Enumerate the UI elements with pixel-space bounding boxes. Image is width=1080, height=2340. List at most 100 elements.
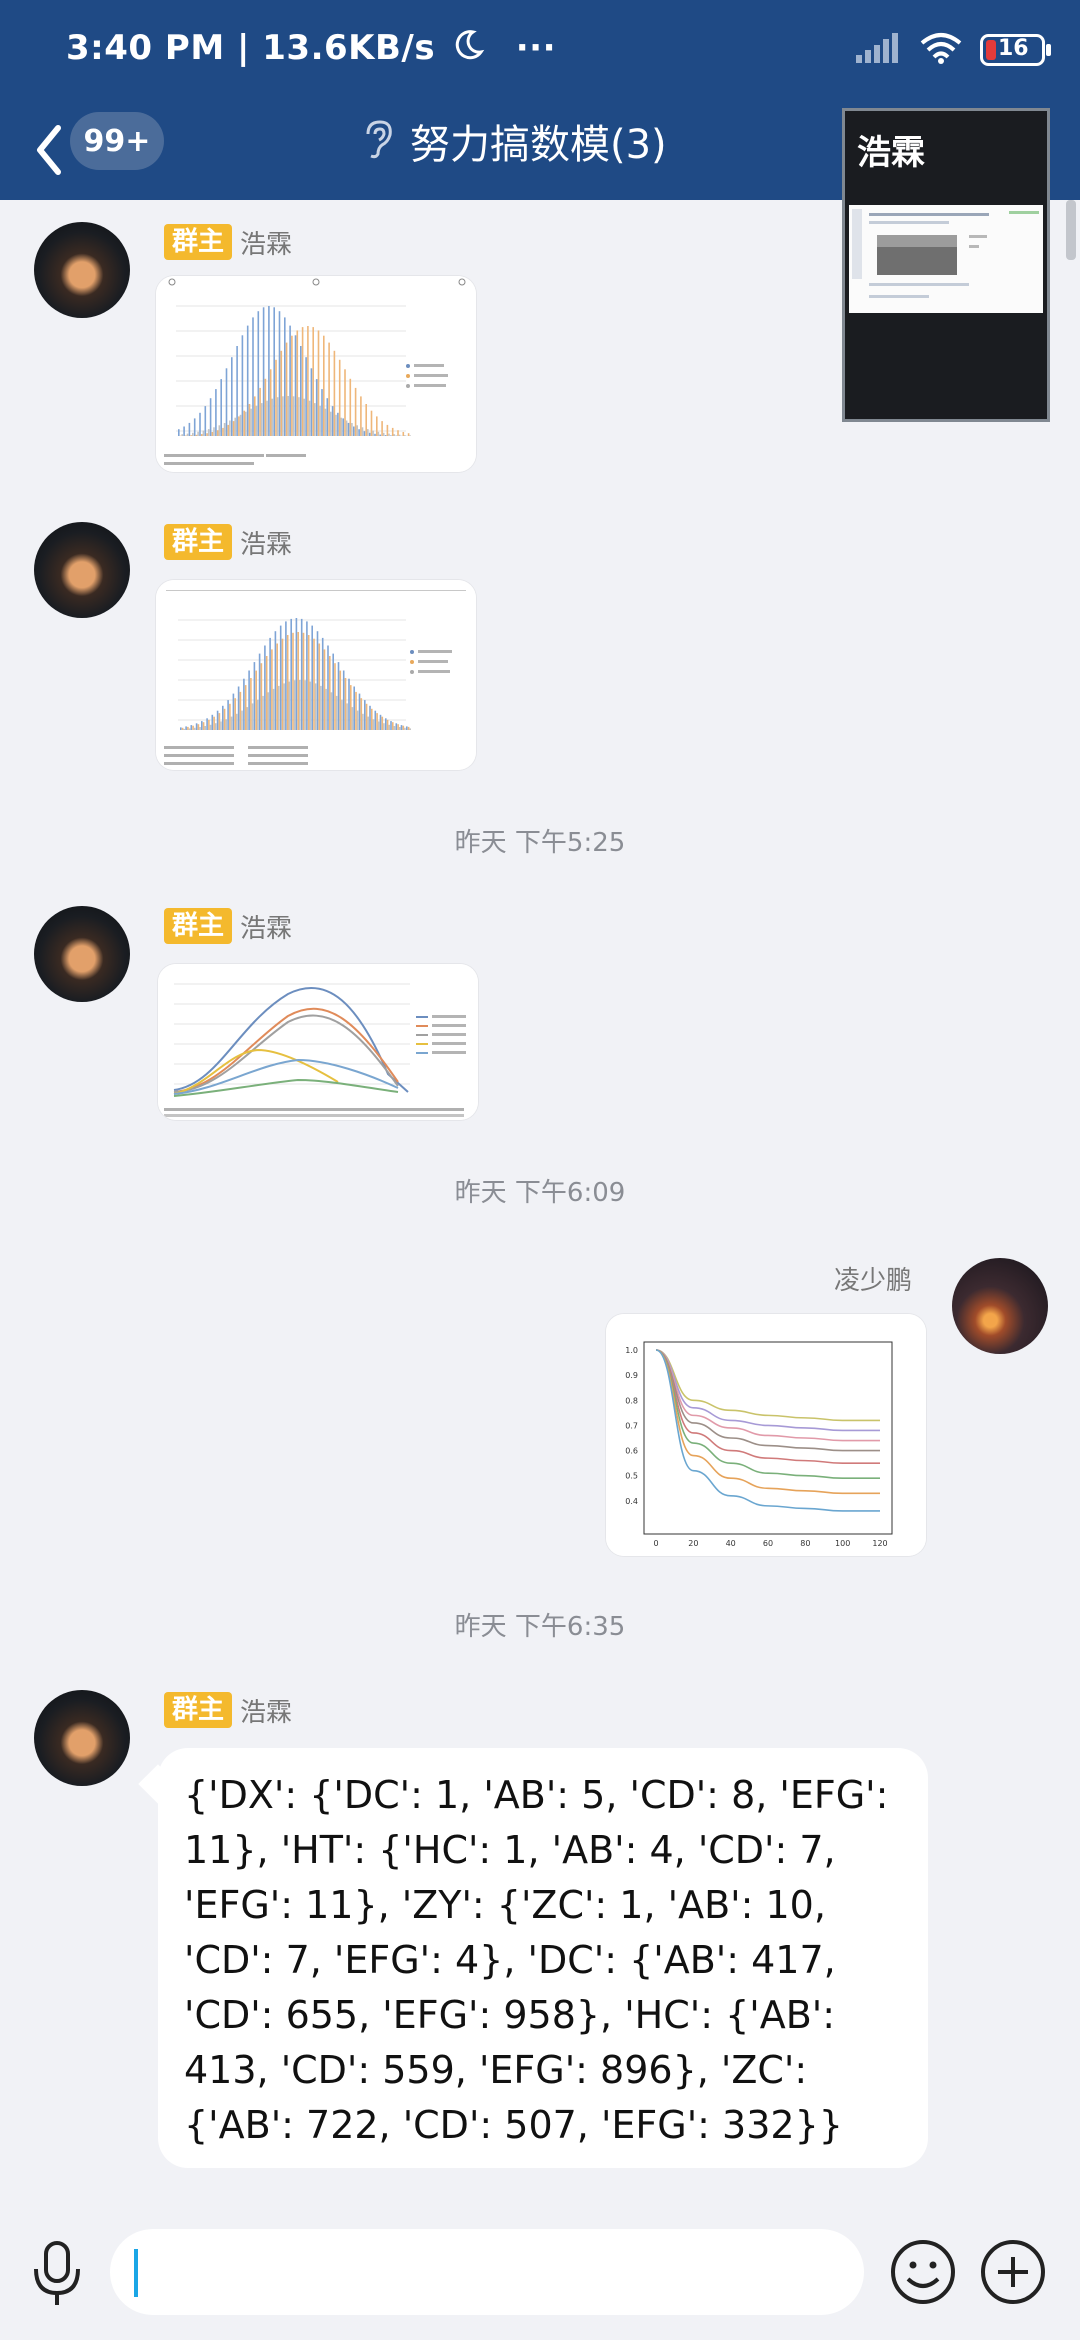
histogram-bar bbox=[311, 625, 313, 730]
avatar[interactable] bbox=[34, 522, 130, 618]
histogram-bar bbox=[368, 432, 371, 436]
histogram-bar bbox=[274, 631, 277, 730]
histogram-bar bbox=[214, 723, 217, 730]
histogram-bar bbox=[229, 703, 231, 730]
histogram-bar bbox=[232, 421, 235, 436]
avatar[interactable] bbox=[952, 1258, 1048, 1354]
histogram-bar bbox=[229, 420, 231, 436]
histogram-bar bbox=[286, 635, 289, 730]
histogram-bar bbox=[253, 662, 256, 730]
emoji-icon[interactable] bbox=[888, 2237, 958, 2307]
histogram-bar bbox=[211, 714, 214, 730]
histogram-bar bbox=[374, 433, 376, 436]
histogram-bar bbox=[178, 429, 180, 436]
image-message-bell-histogram[interactable] bbox=[156, 276, 476, 472]
histogram-bar bbox=[278, 311, 281, 436]
histogram-bar bbox=[265, 656, 268, 730]
histogram-bar bbox=[325, 688, 327, 730]
histogram-bar bbox=[202, 722, 205, 730]
histogram-bar bbox=[276, 643, 278, 730]
histogram-bar bbox=[358, 693, 361, 730]
histogram-bar bbox=[365, 404, 367, 436]
decay-line-chart: 1.0 0.9 0.8 0.7 0.6 0.5 0.4 0 20 40 60 80 100 120 bbox=[606, 1314, 926, 1556]
group-owner-badge: 群主 bbox=[164, 908, 233, 944]
histogram-bar bbox=[333, 350, 336, 436]
histogram-bar bbox=[216, 710, 219, 730]
sender-line: 群主 浩霖 bbox=[164, 1692, 292, 1728]
histogram-bar bbox=[222, 705, 224, 730]
histogram-bar bbox=[245, 411, 247, 436]
histogram-bar bbox=[234, 417, 236, 436]
histogram-bar bbox=[301, 327, 304, 436]
histogram-bar bbox=[327, 645, 329, 730]
status-bar: 3:40 PM | 13.6KB/s ··· 16 bbox=[0, 0, 1080, 100]
plus-icon[interactable] bbox=[978, 2237, 1048, 2307]
histogram-bar bbox=[374, 710, 377, 730]
timestamp: 昨天 下午6:09 bbox=[454, 1178, 626, 1208]
histogram-bar bbox=[331, 406, 334, 436]
histogram-bar bbox=[298, 397, 300, 436]
y-tick-label: 0.4 bbox=[625, 1497, 638, 1506]
histogram-bar bbox=[282, 396, 284, 436]
x-tick-label: 80 bbox=[800, 1539, 810, 1548]
x-tick-label: 100 bbox=[835, 1539, 850, 1548]
histogram-bar bbox=[356, 425, 358, 436]
histogram-bar bbox=[340, 417, 343, 436]
histogram-bar bbox=[347, 422, 350, 436]
histogram-bar bbox=[365, 703, 368, 730]
histogram-bar bbox=[303, 398, 305, 436]
histogram-bar bbox=[372, 719, 375, 730]
histogram-bar bbox=[244, 685, 247, 730]
image-message-overlap-histogram[interactable] bbox=[156, 580, 476, 770]
histogram-bar bbox=[379, 714, 382, 730]
microphone-icon[interactable] bbox=[28, 2239, 86, 2309]
histogram-bar bbox=[292, 632, 294, 730]
scrollbar-track[interactable] bbox=[1066, 200, 1076, 260]
histogram-bar bbox=[271, 649, 273, 730]
histogram-bar bbox=[323, 335, 325, 436]
histogram-bar bbox=[320, 685, 322, 730]
sender-name: 浩霖 bbox=[240, 1697, 293, 1728]
histogram-bar bbox=[262, 307, 265, 436]
histogram-bar bbox=[290, 618, 292, 730]
histogram-bar bbox=[211, 432, 214, 436]
histogram-bar bbox=[257, 699, 259, 730]
histogram-bar bbox=[323, 649, 326, 730]
histogram-bar bbox=[338, 359, 341, 436]
histogram-bar bbox=[255, 405, 258, 436]
histogram-bar bbox=[188, 728, 191, 730]
histogram-bar bbox=[400, 725, 403, 730]
histogram-bar bbox=[254, 396, 256, 436]
x-tick-label: 120 bbox=[872, 1539, 887, 1548]
avatar[interactable] bbox=[34, 1690, 130, 1786]
avatar[interactable] bbox=[34, 906, 130, 1002]
image-message-line-curves[interactable] bbox=[158, 964, 478, 1120]
video-pip-window[interactable]: 浩霖 bbox=[842, 108, 1050, 422]
histogram-bar bbox=[349, 378, 352, 436]
text-message[interactable]: {'DX': {'DC': 1, 'AB': 5, 'CD': 8, 'EFG'… bbox=[158, 1748, 928, 2168]
text-caret bbox=[134, 2249, 138, 2297]
histogram-bar bbox=[384, 435, 387, 436]
input-bar bbox=[0, 2205, 1080, 2340]
back-chevron-icon[interactable] bbox=[28, 118, 68, 182]
histogram-bar bbox=[207, 429, 210, 436]
histogram-bar bbox=[259, 387, 261, 436]
histogram-bar bbox=[313, 638, 315, 730]
unread-badge[interactable]: 99+ bbox=[70, 112, 164, 170]
histogram-bar bbox=[381, 716, 384, 730]
histogram-bar bbox=[302, 632, 305, 730]
chat-title-wrap[interactable]: 努力搞数模(3) bbox=[360, 112, 667, 170]
histogram-bar bbox=[329, 656, 331, 730]
message-text: {'DX': {'DC': 1, 'AB': 5, 'CD': 8, 'EFG'… bbox=[184, 1773, 889, 2147]
histogram-bar bbox=[397, 430, 399, 436]
histogram-bar bbox=[377, 431, 380, 436]
message-input[interactable] bbox=[110, 2229, 864, 2315]
histogram-bar bbox=[192, 725, 194, 730]
image-message-decay-curves[interactable]: 1.0 0.9 0.8 0.7 0.6 0.5 0.4 0 20 40 60 80 100 120 bbox=[606, 1314, 926, 1556]
histogram-bar bbox=[371, 708, 373, 730]
histogram-bar bbox=[324, 408, 327, 436]
histogram-bar bbox=[246, 707, 249, 730]
histogram-bar bbox=[241, 335, 244, 436]
avatar[interactable] bbox=[34, 222, 130, 318]
histogram-bar bbox=[406, 726, 408, 730]
